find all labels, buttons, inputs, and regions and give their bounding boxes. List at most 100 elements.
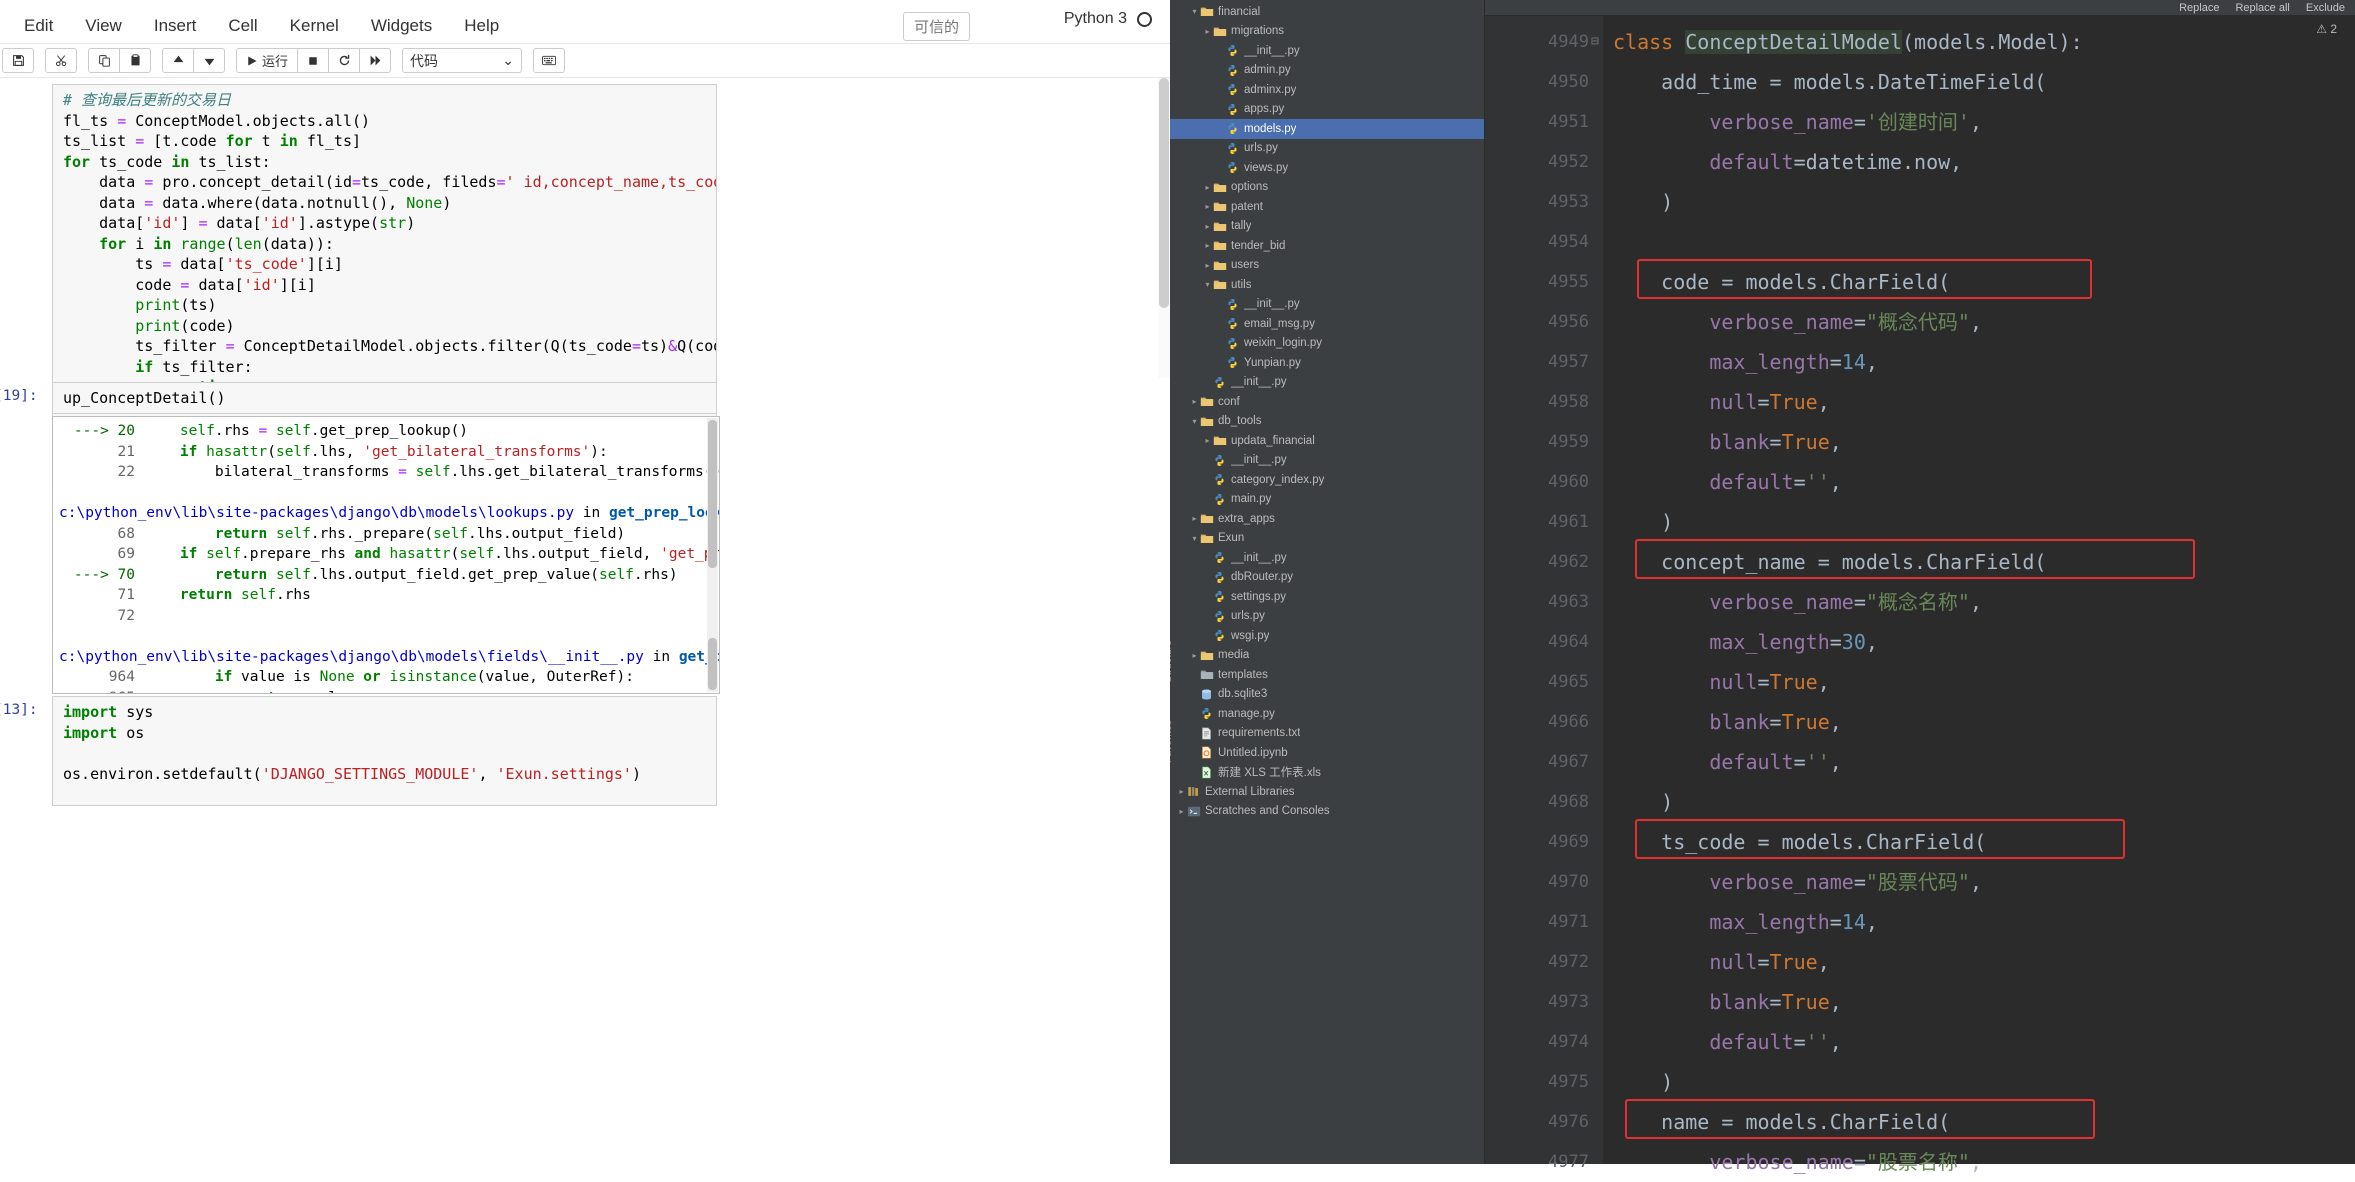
editor-line[interactable]: verbose_name="概念名称", <box>1603 582 2355 622</box>
project-tree-item[interactable]: __init__.py <box>1170 41 1484 61</box>
editor-line[interactable]: blank=True, <box>1603 422 2355 462</box>
editor-line[interactable]: blank=True, <box>1603 702 2355 742</box>
project-tree-item[interactable]: category_index.py <box>1170 470 1484 490</box>
cell-3-code-input[interactable]: import sys import os os.environ.setdefaul… <box>52 696 717 806</box>
replace-button[interactable]: Replace <box>2179 2 2219 14</box>
chevron-right-icon[interactable]: ▸ <box>1202 183 1213 192</box>
menu-item-cell[interactable]: Cell <box>212 8 273 44</box>
copy-button[interactable] <box>88 48 120 73</box>
chevron-down-icon[interactable]: ▾ <box>1202 280 1213 289</box>
output-scrollbar-thumb-top[interactable] <box>708 420 717 568</box>
menu-item-insert[interactable]: Insert <box>138 8 213 44</box>
project-tree-item[interactable]: db.sqlite3 <box>1170 685 1484 705</box>
cut-button[interactable] <box>45 48 77 73</box>
project-tree-item[interactable]: __init__.py <box>1170 295 1484 315</box>
project-tree-item[interactable]: ▸ options <box>1170 178 1484 198</box>
editor-line[interactable] <box>1603 222 2355 262</box>
project-tree-item[interactable]: ▾ financial <box>1170 2 1484 22</box>
editor-line[interactable]: verbose_name="股票代码", <box>1603 862 2355 902</box>
project-tree-item[interactable]: weixin_login.py <box>1170 334 1484 354</box>
editor-line[interactable]: verbose_name="概念代码", <box>1603 302 2355 342</box>
cell-type-select[interactable]: 代码 ⌄ <box>402 48 522 73</box>
project-tree-item[interactable]: ▾ db_tools <box>1170 412 1484 432</box>
project-tree-item[interactable]: apps.py <box>1170 100 1484 120</box>
project-tree-item[interactable]: views.py <box>1170 158 1484 178</box>
project-tree-item[interactable]: urls.py <box>1170 607 1484 627</box>
project-tree-item[interactable]: ▸ media <box>1170 646 1484 666</box>
editor-line[interactable]: concept_name = models.CharField( <box>1603 542 2355 582</box>
project-tree-item[interactable]: __init__.py <box>1170 548 1484 568</box>
chevron-right-icon[interactable]: ▸ <box>1202 241 1213 250</box>
editor-line[interactable]: ) <box>1603 502 2355 542</box>
chevron-down-icon[interactable]: ▾ <box>1189 534 1200 543</box>
project-tree-item[interactable]: 新建 XLS 工作表.xls <box>1170 763 1484 783</box>
chevron-right-icon[interactable]: ▸ <box>1189 514 1200 523</box>
restart-and-run-all-button[interactable] <box>359 48 391 73</box>
project-tree-item[interactable]: ▸ conf <box>1170 392 1484 412</box>
editor-line[interactable]: ts_code = models.CharField( <box>1603 822 2355 862</box>
editor-line[interactable]: ) <box>1603 1062 2355 1102</box>
project-tree-panel[interactable]: ▾ financial ▸ migrations __init__.py admin.py… <box>1170 0 1485 1164</box>
project-tree-item[interactable]: requirements.txt <box>1170 724 1484 744</box>
output-scrollbar[interactable] <box>707 418 718 692</box>
project-tree-item[interactable]: settings.py <box>1170 587 1484 607</box>
project-tree-item[interactable]: ▸ extra_apps <box>1170 509 1484 529</box>
editor-line[interactable]: ⊟ class ConceptDetailModel(models.Model): <box>1591 22 2355 62</box>
exclude-button[interactable]: Exclude <box>2306 2 2345 14</box>
editor-line[interactable]: null=True, <box>1603 382 2355 422</box>
project-tree-item[interactable]: admin.py <box>1170 61 1484 81</box>
menu-item-kernel[interactable]: Kernel <box>274 8 355 44</box>
editor-line[interactable]: default='', <box>1603 462 2355 502</box>
save-button[interactable] <box>2 48 34 73</box>
editor-line[interactable]: ) <box>1603 182 2355 222</box>
project-tree-item[interactable]: models.py <box>1170 119 1484 139</box>
project-tree-item[interactable]: main.py <box>1170 490 1484 510</box>
menu-item-edit[interactable]: Edit <box>8 8 69 44</box>
project-tree-item[interactable]: ▸ tender_bid <box>1170 236 1484 256</box>
project-tree-item[interactable]: Untitled.ipynb <box>1170 743 1484 763</box>
interrupt-kernel-button[interactable] <box>297 48 329 73</box>
editor-code-area[interactable]: ⊟ class ConceptDetailModel(models.Model):… <box>1591 16 2355 1174</box>
chevron-right-icon[interactable]: ▸ <box>1189 397 1200 406</box>
move-cell-down-button[interactable] <box>193 48 225 73</box>
project-tree-item[interactable]: __init__.py <box>1170 373 1484 393</box>
replace-all-button[interactable]: Replace all <box>2235 2 2289 14</box>
notebook-scrollbar[interactable] <box>1158 78 1170 378</box>
project-tree-item[interactable]: manage.py <box>1170 704 1484 724</box>
paste-button[interactable] <box>119 48 151 73</box>
kernel-idle-icon[interactable] <box>1137 11 1152 27</box>
project-tree-item[interactable]: ▸ Scratches and Consoles <box>1170 802 1484 822</box>
editor-line[interactable]: default='', <box>1603 1022 2355 1062</box>
project-tree-item[interactable]: ▸ patent <box>1170 197 1484 217</box>
editor-line[interactable]: blank=True, <box>1603 982 2355 1022</box>
project-tree-item[interactable]: urls.py <box>1170 139 1484 159</box>
move-cell-up-button[interactable] <box>162 48 194 73</box>
project-tree-item[interactable]: ▾ utils <box>1170 275 1484 295</box>
output-scrollbar-thumb-bottom[interactable] <box>708 638 717 690</box>
chevron-down-icon[interactable]: ▾ <box>1189 417 1200 426</box>
chevron-right-icon[interactable]: ▸ <box>1202 436 1213 445</box>
chevron-right-icon[interactable]: ▸ <box>1202 202 1213 211</box>
project-tree-item[interactable]: __init__.py <box>1170 451 1484 471</box>
project-tree-item[interactable]: ▾ Exun <box>1170 529 1484 549</box>
project-tree-item[interactable]: ▸ External Libraries <box>1170 782 1484 802</box>
chevron-right-icon[interactable]: ▸ <box>1202 222 1213 231</box>
command-palette-button[interactable] <box>533 48 565 73</box>
project-tree-item[interactable]: ▸ migrations <box>1170 22 1484 42</box>
project-tree-item[interactable]: email_msg.py <box>1170 314 1484 334</box>
editor-line[interactable]: max_length=30, <box>1603 622 2355 662</box>
project-tree-item[interactable]: wsgi.py <box>1170 626 1484 646</box>
chevron-right-icon[interactable]: ▸ <box>1189 651 1200 660</box>
chevron-right-icon[interactable]: ▸ <box>1202 27 1213 36</box>
editor-line[interactable]: code = models.CharField( <box>1603 262 2355 302</box>
menu-item-help[interactable]: Help <box>448 8 515 44</box>
editor-line[interactable]: null=True, <box>1603 662 2355 702</box>
project-tree-item[interactable]: dbRouter.py <box>1170 568 1484 588</box>
editor-line[interactable]: max_length=14, <box>1603 902 2355 942</box>
editor-line[interactable]: default='', <box>1603 742 2355 782</box>
chevron-right-icon[interactable]: ▸ <box>1202 261 1213 270</box>
scrollbar-thumb[interactable] <box>1159 78 1169 308</box>
run-cell-button[interactable]: 运行 <box>236 48 298 73</box>
code-fold-icon[interactable]: ⊟ <box>1591 22 1599 62</box>
project-tree-item[interactable]: templates <box>1170 665 1484 685</box>
